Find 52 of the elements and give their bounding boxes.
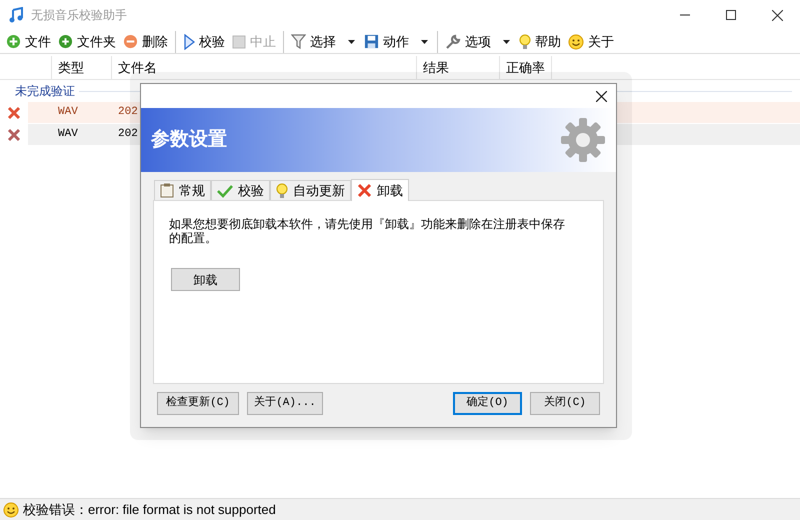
lightbulb-icon — [519, 34, 531, 50]
cross-icon — [357, 183, 372, 198]
toolbar-button[interactable]: 文件 — [4, 30, 53, 52]
table-cell-text: 202 — [117, 105, 138, 120]
plus-circle-icon — [6, 34, 21, 49]
toolbar-button[interactable]: 动作 — [362, 30, 432, 52]
minus-circle-icon — [123, 34, 138, 49]
toolbar-button[interactable]: 校验 — [175, 30, 227, 52]
table-cell-text: 202 — [117, 127, 138, 142]
tab[interactable]: 常规 — [154, 180, 211, 200]
clipboard-icon — [160, 183, 174, 198]
smiley-icon — [568, 34, 584, 50]
funnel-icon — [291, 34, 306, 50]
column-header[interactable]: 类型 — [52, 56, 112, 79]
dialog-button[interactable]: 确定(O) — [453, 392, 522, 415]
tab[interactable]: 自动更新 — [270, 180, 351, 200]
table-cell-text: WAV — [57, 105, 79, 120]
dialog-button[interactable]: 关于(A)... — [247, 392, 323, 415]
status-message: 校验错误：error: file format is not supported — [23, 500, 276, 519]
toolbar-button[interactable]: 选项 — [437, 30, 514, 52]
group-header: 未完成验证 — [15, 83, 75, 100]
smiley-icon — [3, 502, 19, 518]
dialog-title: 参数设置 — [151, 128, 227, 152]
dialog-button[interactable]: 关闭(C) — [530, 392, 600, 415]
uninstall-button[interactable]: 卸载 — [171, 268, 240, 291]
toolbar-button[interactable]: 帮助 — [517, 30, 563, 52]
toolbar-button[interactable]: 关于 — [566, 30, 616, 52]
wrench-icon — [445, 34, 461, 50]
window-title: 无损音乐校验助手 — [31, 7, 128, 24]
column-header[interactable]: 正确率 — [500, 56, 552, 79]
tab[interactable]: 校验 — [211, 180, 270, 200]
toolbar-button[interactable]: 选择 — [283, 30, 359, 52]
tab[interactable]: 卸载 — [351, 179, 409, 201]
gear-icon — [560, 117, 606, 163]
error-cross-icon — [7, 128, 21, 142]
dropdown-arrow-icon — [503, 40, 510, 44]
uninstall-description: 如果您想要彻底卸载本软件，请先使用『卸载』功能来删除在注册表中保存的配置。 — [169, 217, 566, 245]
toolbar-button[interactable]: 文件夹 — [56, 30, 118, 52]
dropdown-arrow-icon — [348, 40, 355, 44]
dialog-button[interactable]: 检查更新(C) — [157, 392, 239, 415]
toolbar-button[interactable]: 删除 — [121, 30, 170, 52]
column-header[interactable]: 结果 — [417, 56, 500, 79]
table-cell-text: WAV — [57, 127, 79, 142]
stop-icon — [232, 34, 246, 48]
play-icon — [183, 34, 195, 50]
plus-circle-icon — [58, 34, 73, 49]
error-cross-icon — [7, 106, 21, 120]
checkmark-icon — [217, 184, 233, 198]
lightbulb-icon — [276, 182, 288, 198]
music-note-icon — [9, 7, 23, 23]
column-header[interactable]: 文件名 — [112, 56, 417, 79]
dropdown-arrow-icon — [421, 40, 428, 44]
